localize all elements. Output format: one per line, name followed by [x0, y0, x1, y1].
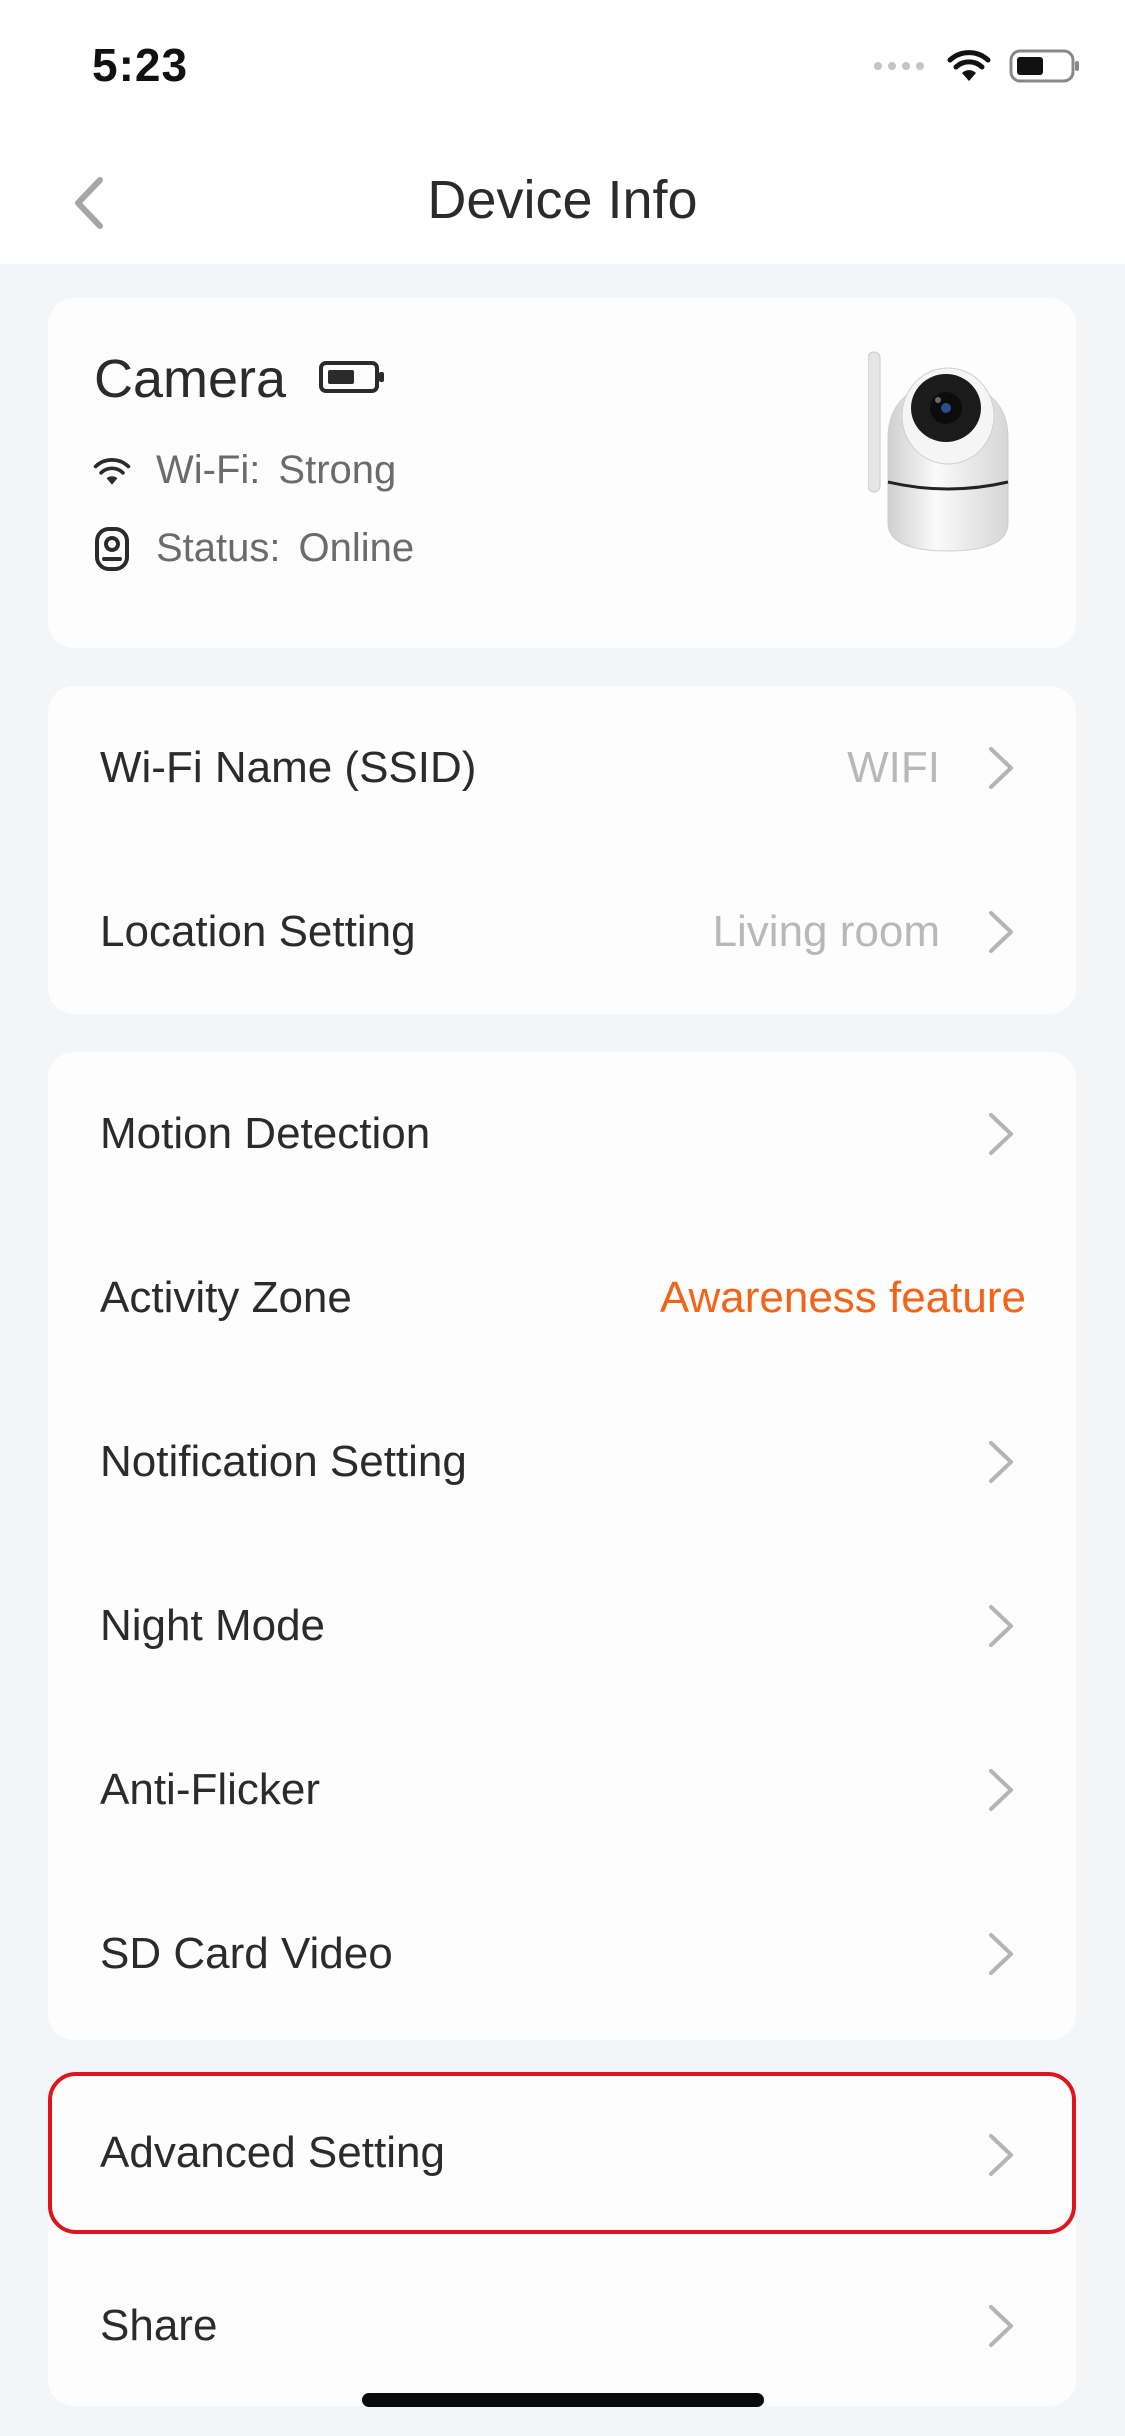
chevron-right-icon — [989, 1113, 1013, 1155]
night-mode-row[interactable]: Night Mode — [48, 1544, 1076, 1708]
row-label: Motion Detection — [100, 1109, 431, 1158]
home-indicator[interactable] — [362, 2393, 764, 2407]
page-title: Device Info — [427, 170, 698, 230]
status-value: Online — [298, 526, 415, 570]
network-settings-card: Wi-Fi Name (SSID) WIFI Location Setting … — [48, 686, 1076, 1014]
camera-settings-card: Motion Detection Activity Zone Awareness… — [48, 1052, 1076, 2040]
camera-status-icon — [92, 526, 132, 571]
row-label: SD Card Video — [100, 1929, 393, 1978]
row-label: Anti-Flicker — [100, 1765, 321, 1814]
wifi-strength-row: Wi-Fi: Strong — [92, 448, 396, 493]
chevron-right-icon — [989, 747, 1013, 789]
chevron-right-icon — [989, 911, 1013, 953]
status-bar: 5:23 — [0, 0, 1125, 140]
row-label: Wi-Fi Name (SSID) — [100, 743, 477, 792]
device-name: Camera — [94, 349, 287, 409]
row-label: Share — [100, 2301, 218, 2350]
location-setting-row[interactable]: Location Setting Living room — [48, 850, 1076, 1014]
row-value: Living room — [712, 907, 940, 956]
share-row[interactable]: Share — [48, 2244, 1076, 2408]
row-label: Advanced Setting — [100, 2128, 445, 2177]
row-label: Location Setting — [100, 907, 416, 956]
cellular-signal-icon — [874, 62, 924, 70]
chevron-right-icon — [989, 2305, 1013, 2347]
battery-status-icon — [1009, 49, 1079, 83]
wifi-name-row[interactable]: Wi-Fi Name (SSID) WIFI — [48, 686, 1076, 850]
status-indicators — [873, 46, 1081, 86]
wifi-icon — [92, 451, 132, 491]
activity-zone-row[interactable]: Activity Zone Awareness feature — [48, 1216, 1076, 1380]
chevron-right-icon — [989, 2134, 1013, 2176]
device-status-row: Status: Online — [92, 526, 414, 571]
advanced-setting-row[interactable]: Advanced Setting — [48, 2072, 1076, 2234]
sd-card-video-row[interactable]: SD Card Video — [48, 1872, 1076, 2036]
chevron-right-icon — [989, 1933, 1013, 1975]
wifi-value: Strong — [278, 448, 397, 492]
chevron-right-icon — [989, 1441, 1013, 1483]
status-time: 5:23 — [92, 39, 189, 91]
anti-flicker-row[interactable]: Anti-Flicker — [48, 1708, 1076, 1872]
row-label: Notification Setting — [100, 1437, 467, 1486]
awareness-feature-link[interactable]: Awareness feature — [660, 1273, 1026, 1323]
device-summary-card: Camera Wi-Fi: Strong Status: Online — [48, 298, 1076, 648]
camera-device-image — [868, 351, 1009, 552]
device-battery-icon — [319, 361, 384, 393]
wifi-signal-icon — [947, 50, 991, 81]
row-label: Activity Zone — [100, 1273, 352, 1322]
notification-setting-row[interactable]: Notification Setting — [48, 1380, 1076, 1544]
motion-detection-row[interactable]: Motion Detection — [48, 1052, 1076, 1216]
chevron-right-icon — [989, 1605, 1013, 1647]
status-label: Status: — [156, 526, 281, 570]
row-value: WIFI — [847, 743, 940, 792]
row-label: Night Mode — [100, 1601, 326, 1650]
navigation-bar: Device Info — [0, 140, 1125, 264]
chevron-right-icon — [989, 1769, 1013, 1811]
wifi-label: Wi-Fi: — [156, 448, 261, 492]
